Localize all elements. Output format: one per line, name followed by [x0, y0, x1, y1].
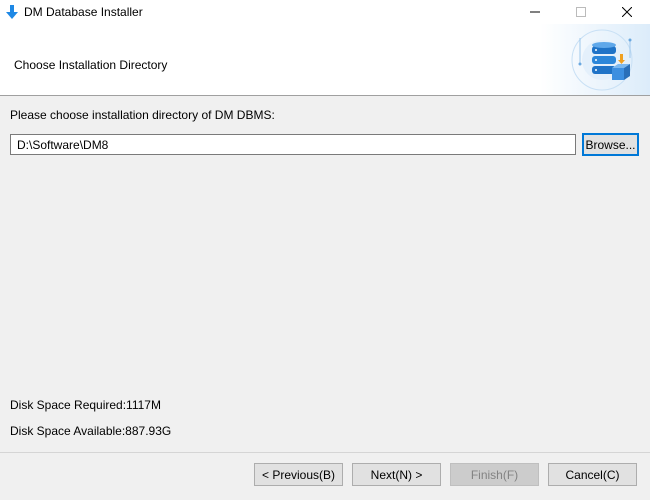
minimize-button[interactable]	[512, 0, 558, 24]
disk-space-required-label: Disk Space Required:1117M	[10, 398, 161, 412]
browse-button[interactable]: Browse...	[582, 133, 639, 156]
window-title: DM Database Installer	[24, 5, 143, 19]
previous-button-label: < Previous(B)	[261, 467, 336, 482]
cancel-button[interactable]: Cancel(C)	[548, 463, 637, 486]
title-bar: DM Database Installer	[0, 0, 650, 24]
directory-prompt-label: Please choose installation directory of …	[10, 108, 275, 122]
close-button[interactable]	[604, 0, 650, 24]
minimize-icon	[530, 11, 540, 13]
next-button[interactable]: Next(N) >	[352, 463, 441, 486]
installer-window: DM Database Installer Choose Installatio…	[0, 0, 650, 500]
close-icon	[622, 7, 632, 17]
install-path-input[interactable]	[10, 134, 576, 155]
previous-button[interactable]: < Previous(B)	[254, 463, 343, 486]
page-title: Choose Installation Directory	[14, 58, 168, 72]
download-arrow-icon	[6, 5, 18, 19]
finish-button[interactable]: Finish(F)	[450, 463, 539, 486]
next-button-label: Next(N) >	[370, 467, 423, 482]
cancel-button-label: Cancel(C)	[565, 467, 620, 482]
maximize-button[interactable]	[558, 0, 604, 24]
finish-button-label: Finish(F)	[470, 467, 519, 482]
header-banner: Choose Installation Directory	[0, 24, 650, 96]
disk-space-available-label: Disk Space Available:887.93G	[10, 424, 172, 438]
footer-divider	[0, 452, 650, 453]
maximize-icon	[576, 7, 586, 17]
database-illustration-icon	[540, 24, 650, 95]
